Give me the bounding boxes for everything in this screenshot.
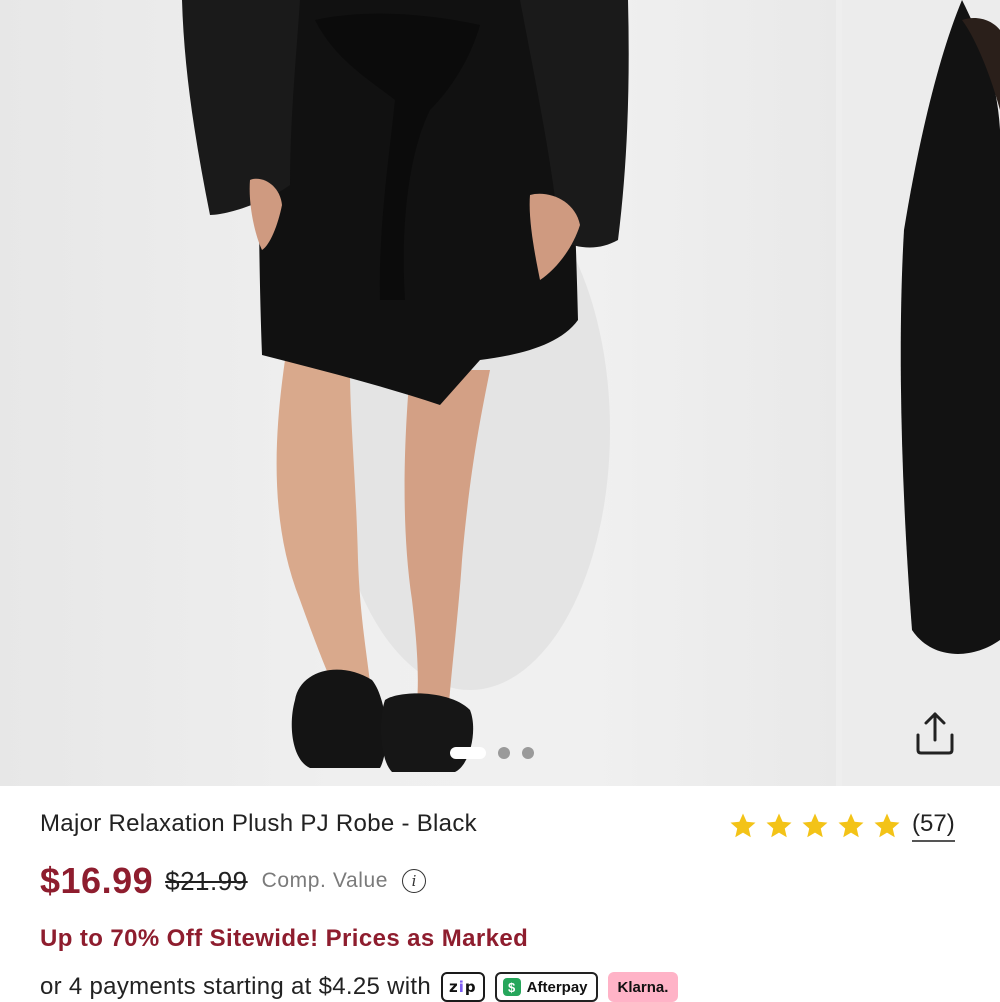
product-rating[interactable]: (57) <box>728 810 955 842</box>
carousel-pagination[interactable] <box>450 746 534 760</box>
product-image-gallery[interactable] <box>0 0 1000 786</box>
share-icon <box>916 712 954 755</box>
next-product-photo <box>900 0 1000 654</box>
zip-badge[interactable]: zip <box>441 972 485 1002</box>
zip-logo-prefix: z <box>449 978 459 996</box>
product-image-next[interactable] <box>842 0 1000 786</box>
carousel-dot[interactable] <box>498 747 510 759</box>
zip-logo: zip <box>449 978 477 996</box>
carousel-dot[interactable] <box>522 747 534 759</box>
sale-price: $16.99 <box>40 860 154 901</box>
product-image-main[interactable] <box>0 0 836 786</box>
star-icon <box>874 813 900 838</box>
price-row: $16.99 $21.99 Comp. Value i <box>40 860 427 902</box>
product-photo <box>182 0 629 772</box>
compare-label: Comp. Value <box>261 869 389 892</box>
afterpay-badge[interactable]: $ Afterpay <box>494 972 598 1002</box>
zip-logo-suffix: p <box>464 978 477 996</box>
share-button[interactable] <box>908 706 962 760</box>
afterpay-label: Afterpay <box>526 978 588 996</box>
rating-stars <box>728 811 902 841</box>
review-count-link[interactable]: (57) <box>912 810 955 842</box>
star-icon <box>766 813 792 838</box>
promo-banner: Up to 70% Off Sitewide! Prices as Marked <box>40 925 529 952</box>
star-icon <box>838 813 864 838</box>
product-title: Major Relaxation Plush PJ Robe - Black <box>40 810 477 837</box>
afterpay-icon: $ <box>502 978 521 996</box>
star-icon <box>730 813 756 838</box>
installment-text: or 4 payments starting at $4.25 with <box>40 973 432 1000</box>
klarna-badge[interactable]: Klarna. <box>607 972 679 1002</box>
info-icon[interactable]: i <box>402 869 427 893</box>
installment-payments: or 4 payments starting at $4.25 with zip… <box>40 972 679 1002</box>
star-icon <box>802 813 828 838</box>
compare-price: $21.99 <box>165 865 248 896</box>
carousel-dot-active[interactable] <box>450 747 486 759</box>
